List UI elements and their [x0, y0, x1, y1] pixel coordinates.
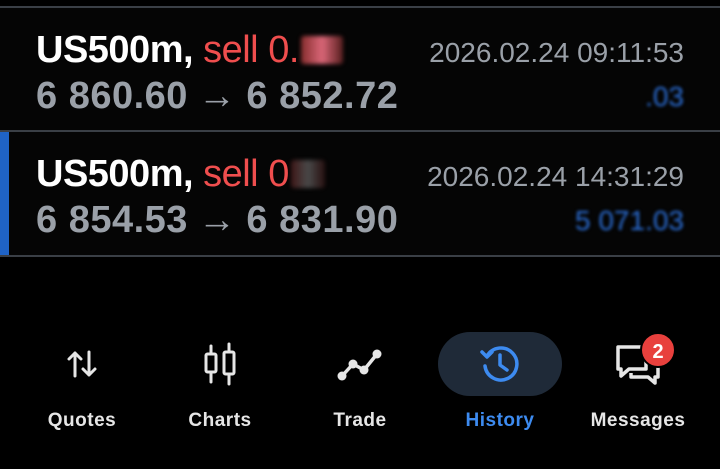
arrow-right-icon: → — [197, 75, 237, 117]
deal-time: 2026.02.24 14:31:29 — [427, 161, 684, 192]
row-divider — [0, 255, 720, 257]
deal-row-selected[interactable]: US500m, sell 0 6 854.53 → 6 831.90 2026.02… — [0, 132, 720, 256]
deal-row[interactable]: US500m, sell 0. 6 860.60 → 6 852.72 2026.0… — [0, 8, 720, 132]
deal-type: sell — [203, 153, 259, 195]
redacted-volume — [290, 160, 325, 188]
open-price: 6 854.53 — [36, 199, 188, 241]
nav-trade[interactable]: Trade — [290, 320, 430, 450]
deal-profit: .03 — [645, 81, 684, 112]
arrow-right-icon: → — [197, 199, 237, 241]
deal-volume: 0. — [268, 29, 299, 71]
deal-prices: 6 854.53 → 6 831.90 — [36, 198, 398, 242]
deal-time: 2026.02.24 09:11:53 — [429, 37, 684, 68]
deal-title: US500m, sell 0. — [36, 28, 343, 72]
nav-quotes[interactable]: Quotes — [12, 320, 152, 450]
candlestick-icon — [190, 338, 250, 390]
nav-label: Quotes — [47, 410, 117, 431]
unread-badge: 2 — [640, 332, 676, 368]
open-price: 6 860.60 — [36, 75, 188, 117]
deal-symbol: US500m, — [36, 29, 194, 71]
history-clock-icon — [470, 338, 530, 390]
deal-symbol: US500m, — [36, 153, 194, 195]
redacted-volume — [300, 36, 343, 64]
nav-label: Messages — [590, 410, 686, 431]
deal-volume: 0 — [268, 153, 289, 195]
deal-type: sell — [203, 29, 259, 71]
trend-line-icon — [330, 338, 390, 390]
nav-messages[interactable]: 2 Messages — [568, 320, 708, 450]
bottom-navigation: Quotes Charts Trade History 2 Messages — [0, 320, 720, 460]
nav-label: Trade — [333, 410, 387, 431]
selection-accent-bar — [0, 132, 9, 256]
nav-label: Charts — [188, 410, 252, 431]
deal-profit: 5 071.03 — [575, 205, 684, 236]
sort-arrows-icon — [52, 338, 112, 390]
nav-label: History — [465, 410, 535, 431]
nav-charts[interactable]: Charts — [150, 320, 290, 450]
nav-history[interactable]: History — [430, 320, 570, 450]
deal-prices: 6 860.60 → 6 852.72 — [36, 74, 398, 118]
deal-title: US500m, sell 0 — [36, 152, 325, 196]
close-price: 6 831.90 — [246, 199, 399, 241]
close-price: 6 852.72 — [246, 75, 399, 117]
